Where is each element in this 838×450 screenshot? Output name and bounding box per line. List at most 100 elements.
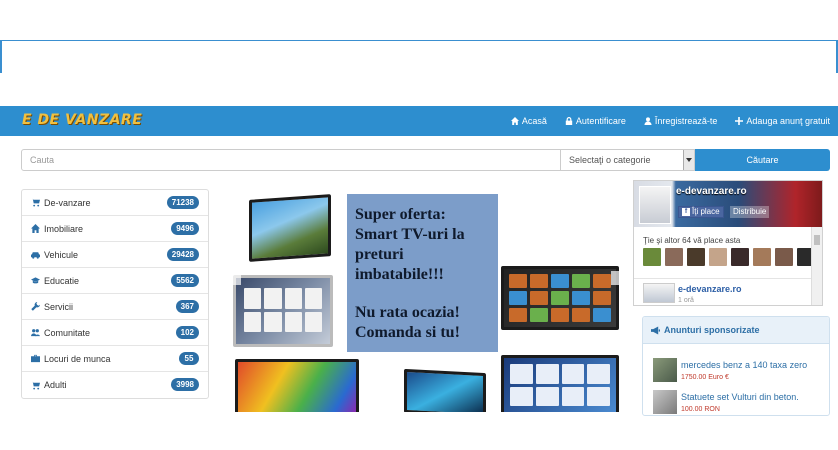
- category-item-locuri-de-munca[interactable]: Locuri de munca 55: [22, 346, 208, 372]
- tv-image: [404, 368, 486, 412]
- category-label: Adulti: [44, 380, 67, 390]
- facebook-faces: [643, 248, 815, 266]
- category-count-badge: 3998: [171, 378, 199, 391]
- graduation-cap-icon: [31, 277, 40, 284]
- home-icon: [31, 224, 40, 233]
- promo-tagline: Nu rata ocazia! Comanda si tu!: [355, 304, 460, 341]
- category-label: Comunitate: [44, 327, 91, 338]
- tv-image: [501, 266, 619, 330]
- avatar[interactable]: [687, 248, 705, 266]
- category-label: Servicii: [44, 301, 74, 312]
- nav-home[interactable]: Acasă: [510, 116, 547, 126]
- category-count-badge: 5562: [171, 274, 199, 287]
- category-item-educatie[interactable]: Educatie 5562: [22, 268, 208, 294]
- ad-title[interactable]: Statuete set Vulturi din beton.: [681, 392, 799, 402]
- nav-home-label: Acasă: [521, 116, 547, 126]
- category-count-badge: 9496: [171, 222, 199, 235]
- promo-text-box: Super oferta: Smart TV-uri la preturi im…: [347, 194, 498, 352]
- category-count-badge: 55: [179, 352, 199, 365]
- lock-icon: [565, 117, 573, 125]
- avatar[interactable]: [775, 248, 793, 266]
- nav-links: Acasă Autentificare Înregistrează-te Ada…: [510, 106, 830, 136]
- users-icon: [31, 329, 40, 337]
- ad-price: 100.00 RON: [681, 406, 720, 413]
- sponsored-title: Anunturi sponsorizate: [664, 325, 760, 335]
- chevron-down-icon[interactable]: [683, 150, 694, 170]
- nav-add-ad-label: Adauga anunţ gratuit: [746, 116, 830, 126]
- megaphone-icon: [651, 325, 660, 335]
- user-icon: [644, 117, 652, 125]
- category-label: Educatie: [44, 275, 80, 286]
- nav-register[interactable]: Înregistrează-te: [644, 116, 718, 126]
- category-select-value: Selectaţi o categorie: [569, 155, 651, 165]
- category-label: De-vanzare: [44, 197, 91, 208]
- facebook-scrollbar[interactable]: [811, 227, 822, 305]
- briefcase-icon: [31, 354, 40, 363]
- ad-price: 1750.00 Euro €: [681, 374, 729, 381]
- category-item-adulti[interactable]: Adulti 3998: [22, 372, 208, 398]
- cart-icon: [31, 381, 40, 390]
- ad-thumbnail[interactable]: [653, 358, 677, 382]
- tv-image: [249, 194, 331, 262]
- avatar[interactable]: [709, 248, 727, 266]
- plus-icon: [735, 117, 744, 125]
- category-item-imobiliare[interactable]: Imobiliare 9496: [22, 216, 208, 242]
- sponsored-header: Anunturi sponsorizate: [643, 317, 829, 344]
- site-logo[interactable]: E DE VANZARE: [22, 112, 142, 128]
- facebook-page-time: 1 oră: [678, 297, 694, 304]
- facebook-share-button[interactable]: Distribuie: [730, 206, 770, 218]
- category-select[interactable]: Selectaţi o categorie: [560, 149, 695, 171]
- promo-headline: Super oferta: Smart TV-uri la preturi im…: [355, 206, 465, 283]
- cart-icon: [31, 198, 40, 207]
- facebook-page-thumb[interactable]: [643, 283, 675, 303]
- wrench-icon: [31, 302, 40, 311]
- sponsored-ads-panel: Anunturi sponsorizate mercedes benz a 14…: [642, 316, 830, 416]
- nav-register-label: Înregistrează-te: [654, 116, 718, 126]
- category-count-badge: 102: [175, 326, 199, 339]
- category-label: Locuri de munca: [44, 353, 111, 364]
- category-count-badge: 367: [175, 300, 199, 313]
- facebook-like-button[interactable]: f Îţi place: [678, 206, 724, 218]
- ad-thumbnail[interactable]: [653, 390, 677, 414]
- facebook-page-title[interactable]: e-devanzare.ro: [678, 284, 742, 294]
- sponsored-ad[interactable]: Statuete set Vulturi din beton. 100.00 R…: [653, 390, 829, 415]
- tv-image: [501, 355, 619, 412]
- search-bar: Selectaţi o categorie Căutare: [21, 149, 830, 171]
- facebook-like-label: Îţi place: [692, 207, 720, 216]
- facebook-cover-title[interactable]: e-devanzare.ro: [676, 186, 747, 197]
- tv-image: [235, 359, 359, 412]
- nav-login-label: Autentificare: [575, 116, 626, 126]
- promo-banner[interactable]: Super oferta: Smart TV-uri la preturi im…: [229, 189, 623, 412]
- avatar[interactable]: [665, 248, 683, 266]
- category-item-de-vanzare[interactable]: De-vanzare 71238: [22, 190, 208, 216]
- facebook-profile-thumb[interactable]: [639, 186, 671, 224]
- car-icon: [31, 252, 40, 259]
- category-list: De-vanzare 71238 Imobiliare 9496 Vehicul…: [21, 189, 209, 399]
- category-item-servicii[interactable]: Servicii 367: [22, 294, 208, 320]
- category-label: Imobiliare: [44, 223, 84, 234]
- avatar[interactable]: [643, 248, 661, 266]
- search-button[interactable]: Căutare: [695, 149, 830, 171]
- category-label: Vehicule: [44, 249, 79, 260]
- category-count-badge: 29428: [166, 248, 199, 261]
- facebook-page-post: e-devanzare.ro 1 oră: [634, 278, 812, 305]
- facebook-icon: f: [682, 208, 690, 216]
- facebook-widget: e-devanzare.ro f Îţi place Distribuie Ţi…: [633, 180, 823, 306]
- category-item-comunitate[interactable]: Comunitate 102: [22, 320, 208, 346]
- nav-login[interactable]: Autentificare: [565, 116, 626, 126]
- search-input[interactable]: [21, 149, 561, 171]
- facebook-cover: e-devanzare.ro f Îţi place Distribuie: [634, 181, 822, 227]
- avatar[interactable]: [731, 248, 749, 266]
- facebook-likes-text: Ţie şi altor 64 vă place asta: [643, 236, 741, 245]
- carousel-next-arrow[interactable]: [611, 271, 621, 285]
- category-count-badge: 71238: [166, 196, 199, 209]
- tv-image: [233, 275, 333, 347]
- top-frame: [0, 40, 838, 73]
- category-item-vehicule[interactable]: Vehicule 29428: [22, 242, 208, 268]
- nav-add-ad[interactable]: Adauga anunţ gratuit: [735, 116, 830, 126]
- page: E DE VANZARE Acasă Autentificare Înregis…: [0, 0, 838, 450]
- ad-title[interactable]: mercedes benz a 140 taxa zero: [681, 360, 807, 370]
- avatar[interactable]: [753, 248, 771, 266]
- carousel-prev-arrow[interactable]: [231, 271, 241, 285]
- sponsored-ad[interactable]: mercedes benz a 140 taxa zero 1750.00 Eu…: [653, 358, 829, 388]
